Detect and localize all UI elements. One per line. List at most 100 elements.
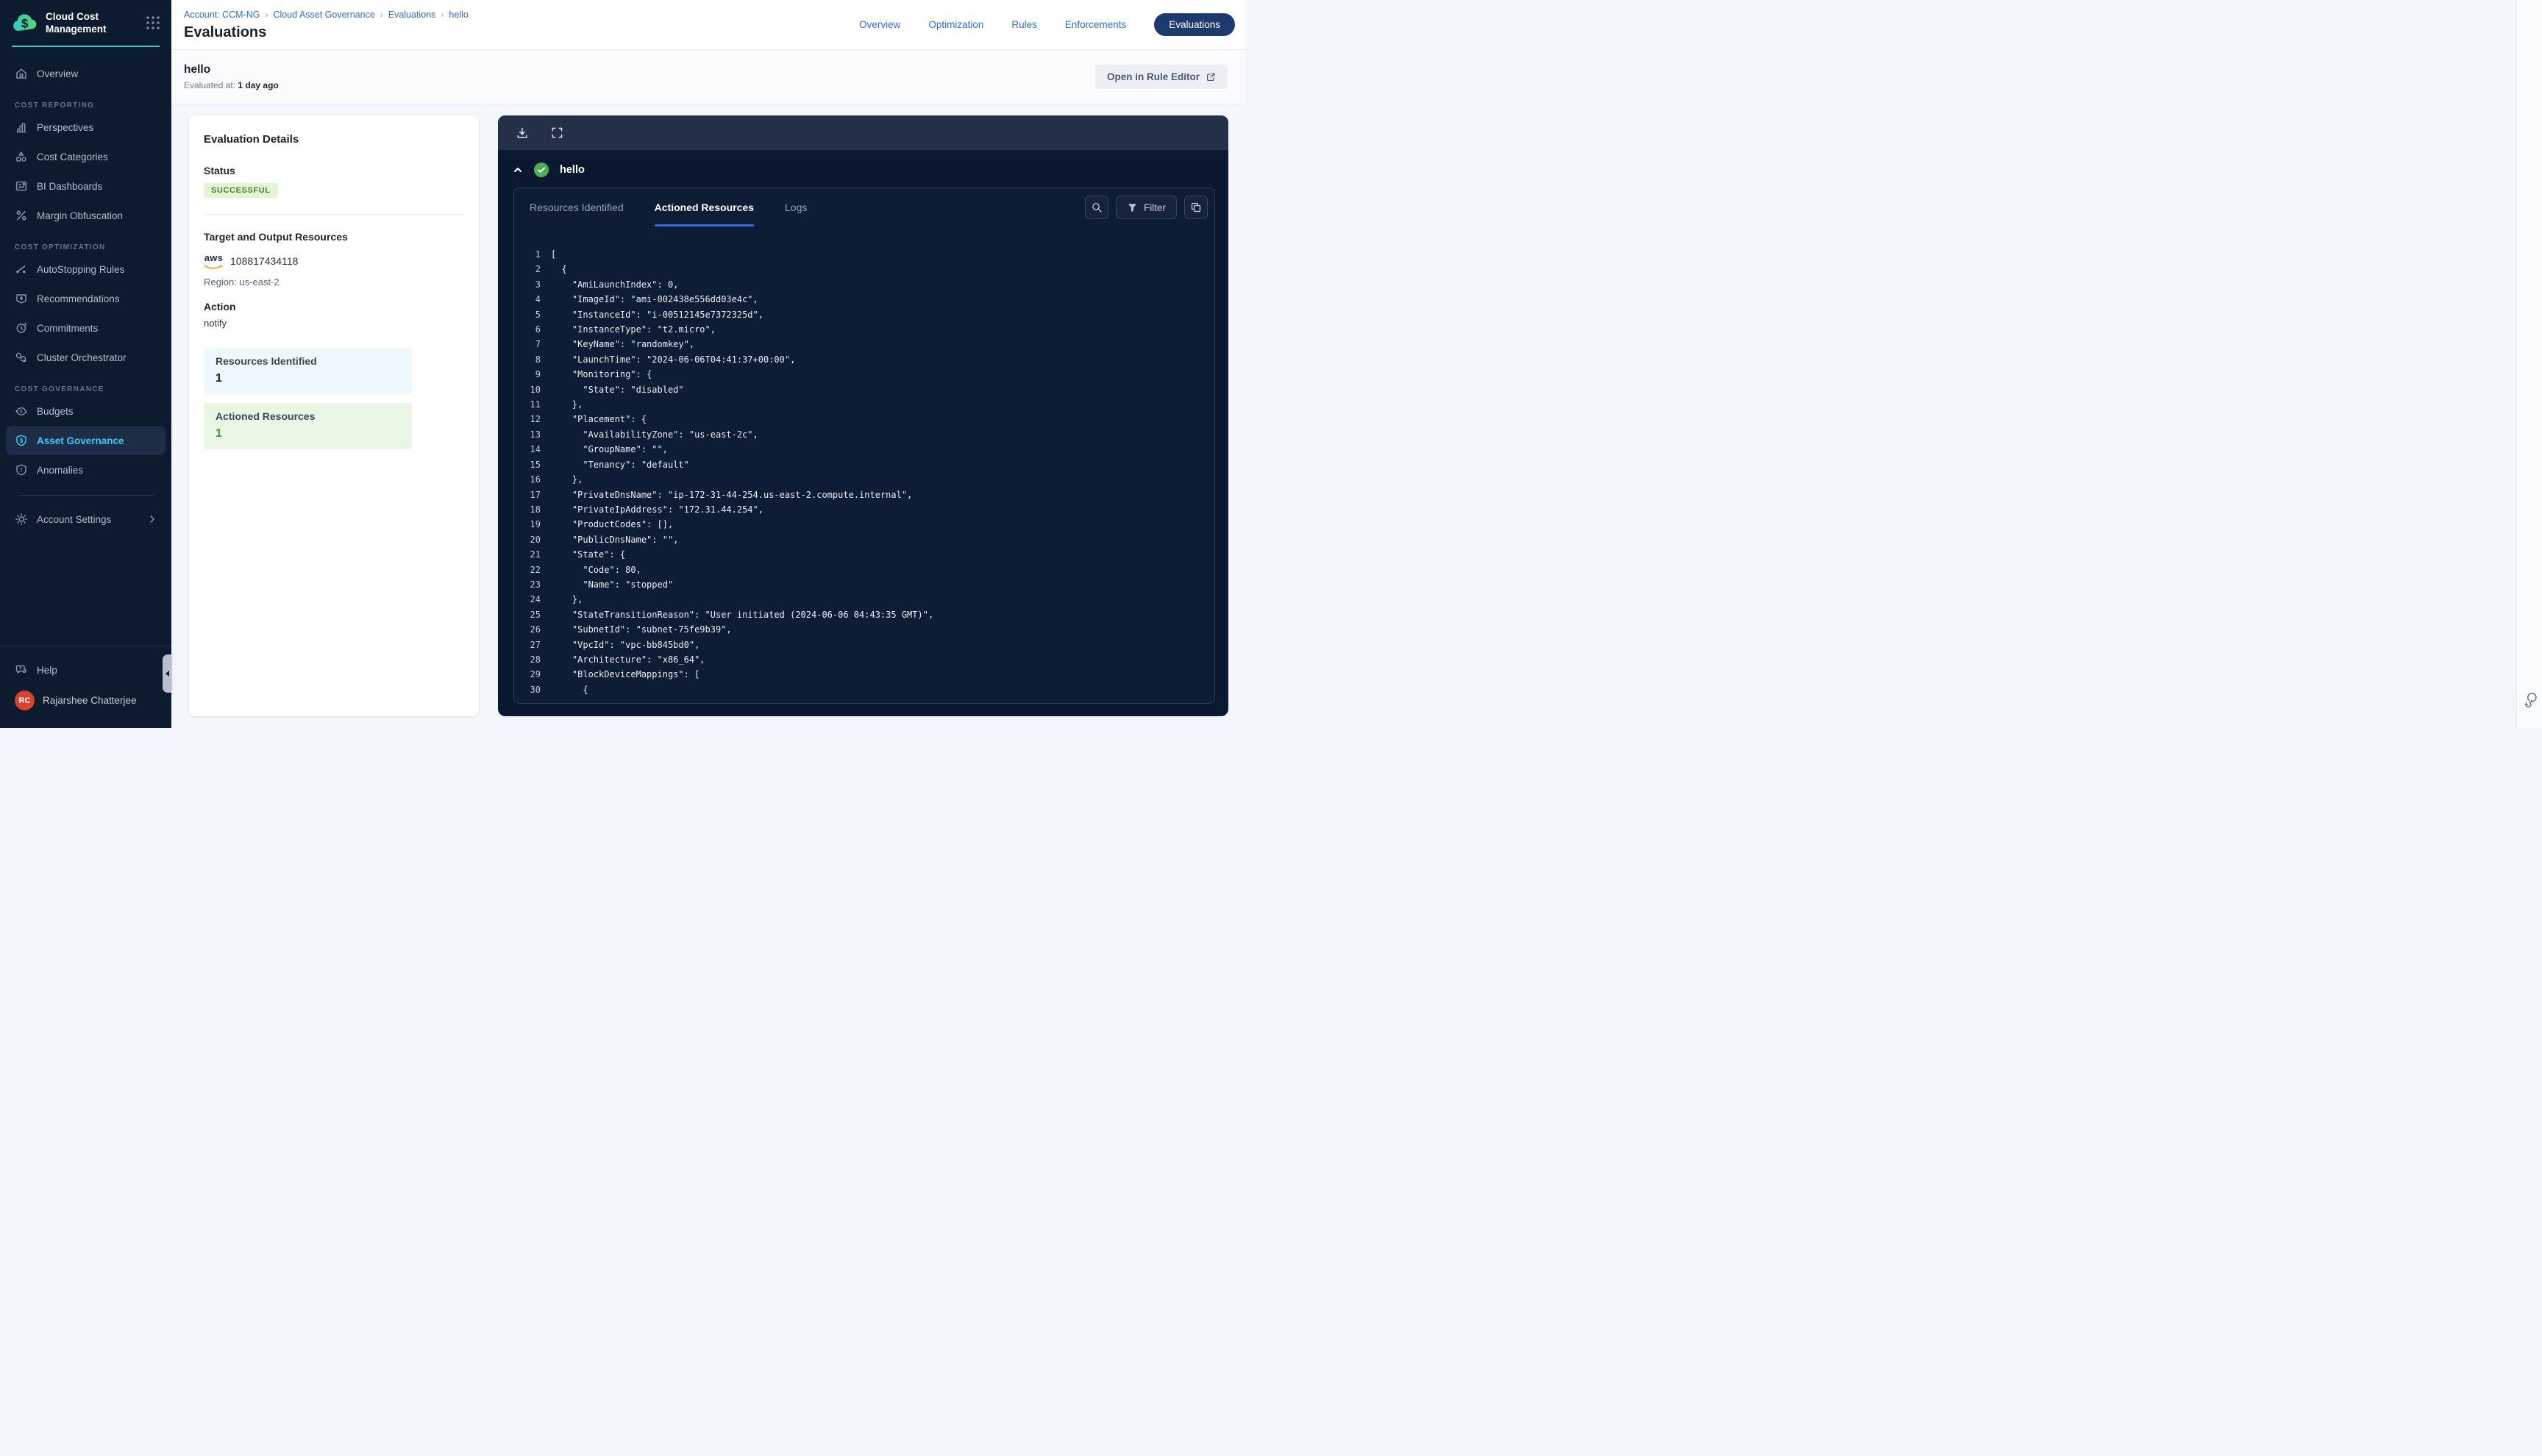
details-divider xyxy=(204,214,464,215)
sidebar-collapse-handle[interactable] xyxy=(163,654,171,693)
top-nav-link[interactable]: Overview xyxy=(859,19,900,30)
sidebar-item-autostopping-rules[interactable]: AutoStopping Rules xyxy=(6,254,165,284)
sidebar-item-anomalies[interactable]: ! Anomalies xyxy=(6,455,165,485)
code-line: 3 "AmiLaunchIndex": 0, xyxy=(514,277,1214,292)
svg-text:$: $ xyxy=(21,17,29,31)
line-content: }, xyxy=(545,397,583,412)
line-content: "LaunchTime": "2024-06-06T04:41:37+00:00… xyxy=(545,352,795,367)
feedback-chat-icon[interactable] xyxy=(2521,690,2539,707)
sidebar-item-label: Commitments xyxy=(37,323,98,334)
actioned-resources-tile: Actioned Resources 1 xyxy=(204,403,412,449)
line-number: 30 xyxy=(514,682,545,697)
sidebar-item-margin-obfuscation[interactable]: Margin Obfuscation xyxy=(6,201,165,230)
line-number: 8 xyxy=(514,352,545,367)
target-resources-label: Target and Output Resources xyxy=(204,231,464,243)
breadcrumb-separator: › xyxy=(266,10,268,20)
code-line: 26 "SubnetId": "subnet-75fe9b39", xyxy=(514,622,1214,637)
tab-logs[interactable]: Logs xyxy=(785,188,807,226)
sidebar-item-perspectives[interactable]: Perspectives xyxy=(6,113,165,142)
sidebar-item-label: Cost Categories xyxy=(37,151,108,163)
details-title: Evaluation Details xyxy=(204,133,464,146)
code-editor[interactable]: 1[ 2 { 3 "AmiLaunchIndex": 0, 4 "ImageId xyxy=(514,226,1214,703)
line-number: 13 xyxy=(514,427,545,442)
dashboard-image-icon xyxy=(15,179,28,193)
code-line: 18 "PrivateIpAddress": "172.31.44.254", xyxy=(514,502,1214,517)
sidebar-item-bi-dashboards[interactable]: BI Dashboards xyxy=(6,171,165,201)
resources-identified-label: Resources Identified xyxy=(216,355,400,367)
open-in-rule-editor-label: Open in Rule Editor xyxy=(1107,71,1200,82)
line-number: 11 xyxy=(514,397,545,412)
breadcrumb-account[interactable]: Account: CCM-NG xyxy=(184,10,260,20)
breadcrumb-cloud-asset-governance[interactable]: Cloud Asset Governance xyxy=(274,10,375,20)
sidebar-item-cost-categories[interactable]: Cost Categories xyxy=(6,142,165,171)
line-content: }, xyxy=(545,592,583,607)
action-value: notify xyxy=(204,318,464,329)
cluster-hexagons-icon xyxy=(15,351,28,364)
sidebar-item-help[interactable]: ? Help xyxy=(6,655,165,685)
sidebar-item-label: AutoStopping Rules xyxy=(37,264,124,275)
line-number: 10 xyxy=(514,382,545,397)
line-content: "Name": "stopped" xyxy=(545,577,673,592)
filter-button[interactable]: Filter xyxy=(1116,196,1177,219)
panel-toolbar xyxy=(498,115,1228,150)
tab-resources-identified[interactable]: Resources Identified xyxy=(530,188,624,226)
line-content: "GroupName": "", xyxy=(545,442,668,457)
module-grid-icon[interactable] xyxy=(145,15,161,31)
search-icon xyxy=(1091,201,1103,213)
action-label: Action xyxy=(204,301,464,313)
code-line: 2 { xyxy=(514,262,1214,276)
top-nav-link[interactable]: Optimization xyxy=(928,19,983,30)
sidebar-item-recommendations[interactable]: Recommendations xyxy=(6,284,165,313)
line-content: "BlockDeviceMappings": [ xyxy=(545,667,699,682)
sidebar-item-commitments[interactable]: Commitments xyxy=(6,313,165,343)
chevron-up-icon[interactable] xyxy=(513,165,523,175)
tab-actioned-resources[interactable]: Actioned Resources xyxy=(655,188,754,226)
sidebar-item-account-settings[interactable]: Account Settings xyxy=(6,504,165,534)
fullscreen-icon[interactable] xyxy=(551,126,563,139)
breadcrumb-evaluations[interactable]: Evaluations xyxy=(388,10,436,20)
copy-button[interactable] xyxy=(1184,196,1208,219)
sidebar-divider xyxy=(18,495,154,496)
percent-icon xyxy=(15,209,28,222)
line-number: 4 xyxy=(514,292,545,307)
code-line: 21 "State": { xyxy=(514,547,1214,562)
top-nav-active-evaluations[interactable]: Evaluations xyxy=(1154,13,1235,36)
sidebar-item-label: Help xyxy=(37,665,57,676)
sidebar-item-asset-governance[interactable]: $ Asset Governance xyxy=(6,426,165,455)
page-header: Account: CCM-NG › Cloud Asset Governance… xyxy=(171,0,1245,50)
line-content: "AmiLaunchIndex": 0, xyxy=(545,277,678,292)
accordion-title: hello xyxy=(560,164,585,176)
resources-identified-tile: Resources Identified 1 xyxy=(204,348,412,394)
sidebar-item-label: Anomalies xyxy=(37,465,83,476)
line-content: "InstanceType": "t2.micro", xyxy=(545,322,716,337)
sidebar-item-budgets[interactable]: $ Budgets xyxy=(6,396,165,426)
sidebar-item-overview[interactable]: Overview xyxy=(6,59,165,88)
svg-text:$: $ xyxy=(20,408,24,415)
download-icon[interactable] xyxy=(516,126,529,140)
aws-account-id: 108817434118 xyxy=(230,255,298,267)
code-line: 8 "LaunchTime": "2024-06-06T04:41:37+00:… xyxy=(514,352,1214,367)
section-cost-governance: COST GOVERNANCE xyxy=(15,385,157,393)
line-content: "Placement": { xyxy=(545,412,647,427)
line-content: "Code": 80, xyxy=(545,563,641,577)
code-line: 10 "State": "disabled" xyxy=(514,382,1214,397)
top-nav-link[interactable]: Enforcements xyxy=(1065,19,1126,30)
line-number: 6 xyxy=(514,322,545,337)
search-button[interactable] xyxy=(1085,196,1108,219)
line-number: 26 xyxy=(514,622,545,637)
line-content: "Architecture": "x86_64", xyxy=(545,652,705,667)
evaluation-accordion-header[interactable]: hello xyxy=(498,150,1228,177)
line-number: 23 xyxy=(514,577,545,592)
right-rail xyxy=(2516,0,2542,728)
top-nav-link[interactable]: Rules xyxy=(1011,19,1037,30)
open-in-rule-editor-button[interactable]: Open in Rule Editor xyxy=(1095,65,1228,89)
code-line: 11 }, xyxy=(514,397,1214,412)
line-number: 16 xyxy=(514,472,545,487)
sidebar-item-cluster-orchestrator[interactable]: Cluster Orchestrator xyxy=(6,343,165,372)
breadcrumb-current[interactable]: hello xyxy=(449,10,468,20)
user-profile[interactable]: RC Rajarshee Chatterjee xyxy=(6,685,165,716)
evaluation-name: hello xyxy=(184,63,279,76)
line-number: 2 xyxy=(514,262,545,276)
code-line: 20 "PublicDnsName": "", xyxy=(514,532,1214,547)
line-number: 9 xyxy=(514,367,545,382)
